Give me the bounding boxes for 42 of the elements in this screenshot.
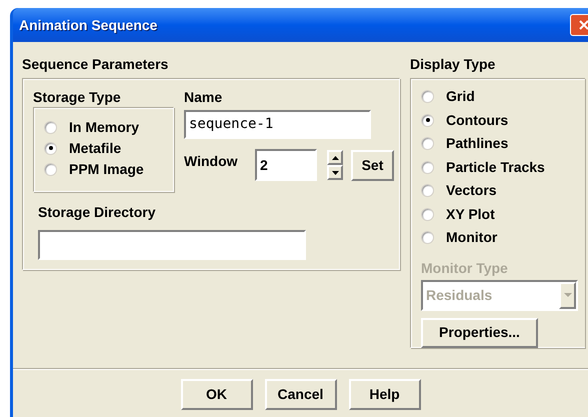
dialog-button[interactable]: OK: [180, 379, 252, 410]
set-button[interactable]: Set: [351, 150, 394, 180]
radio-label: Monitor: [446, 228, 498, 248]
dialog-button[interactable]: Cancel: [264, 379, 336, 410]
radio-label: Pathlines: [446, 134, 508, 154]
radio-label: Contours: [446, 110, 508, 130]
group-title: Sequence Parameters: [22, 56, 170, 74]
radio-button[interactable]: [421, 160, 434, 174]
close-button[interactable]: [570, 14, 588, 36]
radio-label: Metafile: [69, 138, 122, 158]
dialog-button[interactable]: Help: [348, 379, 420, 410]
directory-field[interactable]: [38, 230, 306, 260]
field-label: Window: [184, 152, 239, 170]
window-field[interactable]: 2: [255, 149, 317, 181]
radio-button[interactable]: [44, 163, 57, 176]
radio-label: Particle Tracks: [446, 158, 545, 177]
radio-button[interactable]: [421, 114, 434, 127]
close-icon: [578, 19, 588, 31]
radio-label: PPM Image: [69, 160, 144, 179]
radio-label: XY Plot: [446, 204, 495, 224]
field-label: Monitor Type: [421, 260, 509, 278]
radio-button[interactable]: [44, 142, 57, 155]
group-title: Storage Type: [33, 89, 122, 107]
properties-button[interactable]: Properties...: [421, 318, 538, 348]
radio-button[interactable]: [421, 231, 434, 244]
name-field[interactable]: sequence-1: [184, 110, 371, 139]
field-label: Storage Directory: [38, 204, 156, 222]
radio-button[interactable]: [421, 137, 434, 150]
radio-button[interactable]: [421, 90, 434, 104]
field-label: Name: [184, 89, 224, 107]
group-title: Display Type: [410, 56, 496, 74]
radio-button[interactable]: [421, 208, 434, 221]
radio-label: Vectors: [446, 181, 497, 200]
radio-button[interactable]: [44, 120, 57, 134]
spinner-buttons[interactable]: [327, 150, 343, 180]
radio-button[interactable]: [421, 184, 434, 198]
down-arrow-icon: [332, 170, 338, 174]
dropdown-arrow-icon: [564, 293, 572, 297]
window-title: Animation Sequence: [19, 16, 158, 35]
radio-label: In Memory: [69, 118, 140, 137]
radio-label: Grid: [446, 87, 475, 106]
up-arrow-icon: [332, 156, 338, 160]
